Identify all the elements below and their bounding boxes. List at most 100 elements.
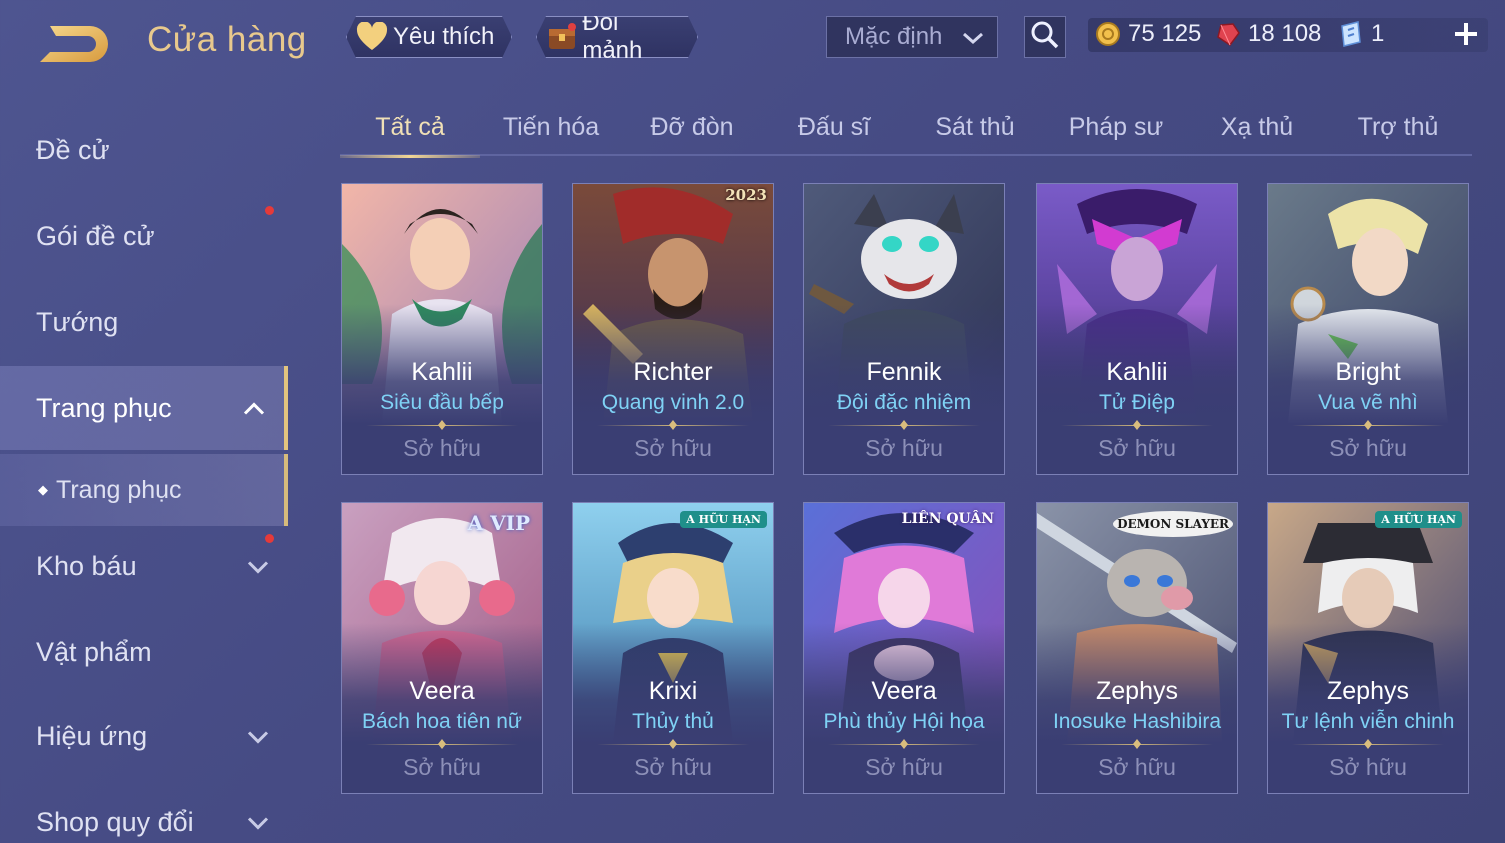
- sidebar-item-label: Kho báu: [36, 550, 137, 581]
- owned-status: Sở hữu: [1098, 435, 1176, 461]
- gold-balance: 75 125: [1094, 18, 1201, 50]
- ruby-balance: 18 108: [1214, 18, 1321, 50]
- divider-diamond-icon: [1364, 420, 1372, 430]
- sidebar-item-heroes[interactable]: Tướng: [0, 280, 288, 364]
- skin-card[interactable]: Kahlii Tử Điệp Sở hữu: [1036, 183, 1238, 475]
- hero-name: Fennik: [866, 358, 942, 386]
- hero-name: Krixi: [648, 677, 698, 705]
- shard-label: Đổi mảnh: [582, 9, 643, 64]
- top-bar: Cửa hàng Yêu thích Đổi mảnh Mặc định 75 …: [0, 0, 1505, 80]
- ruby-amount: 18 108: [1248, 20, 1322, 47]
- tab-all[interactable]: Tất cả: [340, 98, 480, 158]
- hero-name: Zephys: [1327, 677, 1409, 705]
- shard-exchange-button[interactable]: Đổi mảnh: [536, 16, 698, 58]
- divider-diamond-icon: [438, 739, 446, 749]
- role-tabs: Tất cả Tiến hóa Đỡ đòn Đấu sĩ Sát thủ Ph…: [340, 98, 1472, 158]
- skin-card[interactable]: Bright Vua vẽ nhì Sở hữu: [1267, 183, 1469, 475]
- skin-name: Quang vinh 2.0: [601, 391, 745, 414]
- chest-icon: [545, 20, 578, 54]
- skin-name: Vua vẽ nhì: [1318, 391, 1418, 414]
- sidebar-item-label: Vật phẩm: [36, 636, 152, 667]
- sort-dropdown[interactable]: Mặc định: [826, 16, 998, 58]
- tab-tank[interactable]: Đỡ đòn: [622, 98, 762, 156]
- sidebar-item-exchange-shop[interactable]: Shop quy đổi: [0, 780, 288, 843]
- skin-card[interactable]: Kahlii Siêu đầu bếp Sở hữu: [341, 183, 543, 475]
- limited-badge: A HỮU HẠN: [1375, 511, 1462, 528]
- limited-badge: A HỮU HẠN: [680, 511, 767, 528]
- chevron-down-icon: [246, 551, 270, 582]
- skin-name: Thủy thủ: [632, 710, 714, 733]
- lienquan-badge: LIÊN QUÂN: [901, 511, 994, 527]
- sidebar-item-label: Trang phục: [56, 475, 182, 504]
- skin-name: Phù thủy Hội họa: [823, 710, 985, 733]
- token-balance: 1: [1337, 18, 1384, 50]
- ruby-icon: [1214, 20, 1242, 48]
- search-icon: [1030, 20, 1060, 55]
- tab-fighter[interactable]: Đấu sĩ: [764, 98, 904, 156]
- notification-dot: [265, 534, 274, 543]
- divider-diamond-icon: [900, 739, 908, 749]
- sidebar-item-effects[interactable]: Hiệu ứng: [0, 694, 288, 778]
- sidebar-item-featured-bundles[interactable]: Gói đề cử: [0, 194, 288, 278]
- divider-diamond-icon: [438, 420, 446, 430]
- divider-diamond-icon: [1133, 420, 1141, 430]
- token-amount: 1: [1371, 20, 1385, 47]
- page-title: Cửa hàng: [147, 20, 307, 59]
- owned-status: Sở hữu: [634, 435, 712, 461]
- owned-status: Sở hữu: [1329, 754, 1407, 780]
- sidebar-item-label: Hiệu ứng: [36, 720, 148, 751]
- tab-assassin[interactable]: Sát thủ: [905, 98, 1045, 156]
- back-arrow-icon[interactable]: [36, 18, 116, 64]
- owned-status: Sở hữu: [634, 754, 712, 780]
- hero-name: Bright: [1335, 358, 1401, 386]
- sort-value: Mặc định: [845, 23, 943, 50]
- sidebar-subitem-skins[interactable]: ◆ Trang phục: [0, 454, 288, 526]
- gold-amount: 75 125: [1128, 20, 1202, 47]
- sidebar-item-featured[interactable]: Đề cử: [0, 108, 288, 192]
- skin-name: Bách hoa tiên nữ: [361, 710, 522, 733]
- owned-status: Sở hữu: [1329, 435, 1407, 461]
- favorite-button[interactable]: Yêu thích: [346, 16, 512, 58]
- add-currency-button[interactable]: [1450, 18, 1482, 50]
- hero-name: Richter: [633, 358, 713, 386]
- hero-name: Veera: [409, 677, 475, 705]
- sidebar-item-items[interactable]: Vật phẩm: [0, 610, 288, 694]
- owned-status: Sở hữu: [865, 754, 943, 780]
- owned-status: Sở hữu: [1098, 754, 1176, 780]
- divider-diamond-icon: [1133, 739, 1141, 749]
- sidebar-item-label: Shop quy đổi: [36, 806, 194, 837]
- skin-name: Inosuke Hashibira: [1052, 710, 1222, 733]
- skin-card[interactable]: A VIP Veera Bách hoa tiên nữ Sở hữu: [341, 502, 543, 794]
- favorite-label: Yêu thích: [393, 23, 495, 50]
- crystal-token-icon: [1337, 20, 1365, 48]
- tab-evolution[interactable]: Tiến hóa: [481, 98, 621, 156]
- skin-card[interactable]: A HỮU HẠN Krixi Thủy thủ Sở hữu: [572, 502, 774, 794]
- skin-card[interactable]: LIÊN QUÂN Veera Phù thủy Hội họa Sở hữu: [803, 502, 1005, 794]
- skin-card[interactable]: A HỮU HẠN Zephys Tư lệnh viễn chinh Sở h…: [1267, 502, 1469, 794]
- tab-marksman[interactable]: Xạ thủ: [1187, 98, 1327, 156]
- skin-card[interactable]: DEMON SLAYER Zephys Inosuke Hashibira Sở…: [1036, 502, 1238, 794]
- divider-diamond-icon: [669, 420, 677, 430]
- hero-name: Veera: [871, 677, 937, 705]
- sidebar-item-skins[interactable]: Trang phục: [0, 366, 288, 450]
- tab-mage[interactable]: Pháp sư: [1046, 98, 1186, 156]
- skin-card[interactable]: 2023 Richter Quang vinh 2.0 Sở hữu: [572, 183, 774, 475]
- hero-name: Zephys: [1096, 677, 1178, 705]
- sidebar-item-label: Tướng: [36, 306, 119, 337]
- tab-support[interactable]: Trợ thủ: [1328, 98, 1468, 156]
- sidebar-item-treasure[interactable]: Kho báu: [0, 524, 288, 608]
- skin-name: Tử Điệp: [1099, 391, 1175, 414]
- plus-icon: [1450, 23, 1482, 54]
- sidebar-item-label: Đề cử: [36, 134, 110, 165]
- owned-status: Sở hữu: [865, 435, 943, 461]
- owned-status: Sở hữu: [403, 435, 481, 461]
- divider-diamond-icon: [900, 420, 908, 430]
- category-sidebar: Đề cử Gói đề cử Tướng Trang phục ◆ Trang…: [0, 108, 290, 843]
- skin-name: Tư lệnh viễn chinh: [1281, 710, 1455, 733]
- sidebar-item-label: Gói đề cử: [36, 220, 155, 251]
- search-button[interactable]: [1024, 16, 1066, 58]
- chevron-down-icon: [246, 807, 270, 838]
- owned-status: Sở hữu: [403, 754, 481, 780]
- skin-card[interactable]: Fennik Đội đặc nhiệm Sở hữu: [803, 183, 1005, 475]
- heart-icon: [355, 20, 389, 54]
